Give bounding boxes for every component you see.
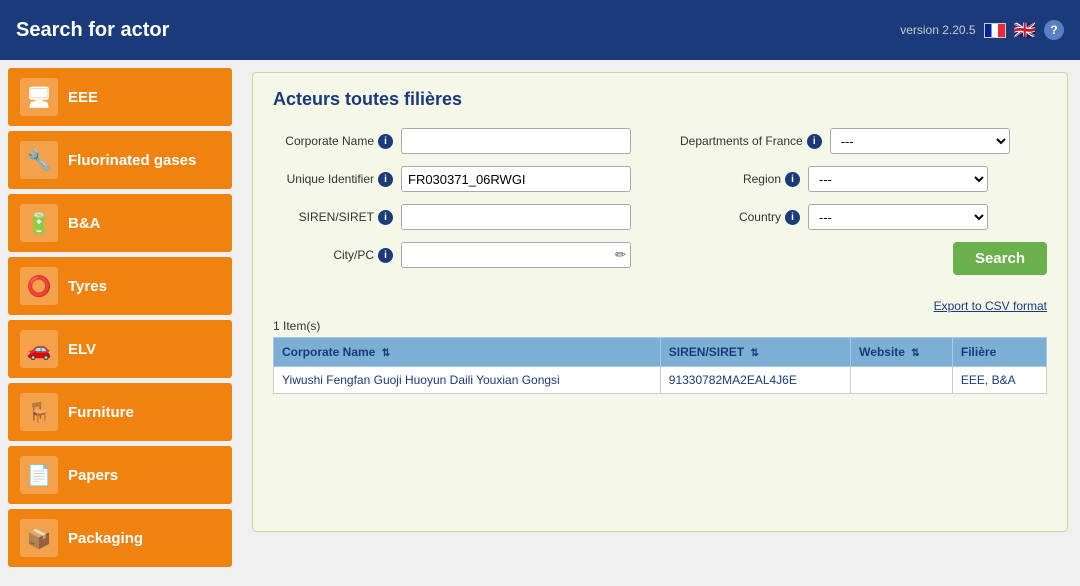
search-btn-row: Search [680, 242, 1047, 275]
fluorinated-icon: 🔧 [20, 141, 58, 179]
departments-select[interactable]: --- [830, 128, 1010, 154]
unique-identifier-label: Unique Identifier i [273, 172, 393, 187]
sidebar-item-label-eee: EEE [68, 89, 98, 106]
papers-icon: 📄 [20, 456, 58, 494]
cell-filiere: EEE, B&A [952, 367, 1046, 394]
sidebar-item-packaging[interactable]: 📦 Packaging [8, 509, 232, 567]
region-info-icon[interactable]: i [785, 172, 800, 187]
version-label: version 2.20.5 [900, 23, 975, 37]
siren-siret-row: SIREN/SIRET i [273, 204, 640, 230]
country-info-icon[interactable]: i [785, 210, 800, 225]
sidebar-item-elv[interactable]: 🚗 ELV [8, 320, 232, 378]
table-row[interactable]: Yiwushi Fengfan Guoji Huoyun Daili Youxi… [274, 367, 1047, 394]
city-pc-row: City/PC i ✏ [273, 242, 640, 268]
furniture-icon: 🪑 [20, 393, 58, 431]
packaging-icon: 📦 [20, 519, 58, 557]
siren-siret-info-icon[interactable]: i [378, 210, 393, 225]
content-area: Acteurs toutes filières Corporate Name i [240, 60, 1080, 586]
ba-icon: 🔋 [20, 204, 58, 242]
departments-label: Departments of France i [680, 134, 822, 149]
city-pc-info-icon[interactable]: i [378, 248, 393, 263]
region-row: Region i --- [680, 166, 1047, 192]
sidebar: 🖥 EEE 🔧 Fluorinated gases 🔋 B&A ⭕ Tyres … [0, 60, 240, 586]
eee-icon: 🖥 [20, 78, 58, 116]
table-body: Yiwushi Fengfan Guoji Huoyun Daili Youxi… [274, 367, 1047, 394]
cell-corporate-name: Yiwushi Fengfan Guoji Huoyun Daili Youxi… [274, 367, 661, 394]
section-title: Acteurs toutes filières [273, 89, 1047, 110]
city-pc-input-wrapper: ✏ [401, 242, 631, 268]
main-layout: 🖥 EEE 🔧 Fluorinated gases 🔋 B&A ⭕ Tyres … [0, 60, 1080, 586]
region-label: Region i [680, 172, 800, 187]
flag-france-icon[interactable] [984, 23, 1006, 38]
country-select[interactable]: --- [808, 204, 988, 230]
sort-icon-name: ⇅ [382, 348, 390, 359]
sidebar-item-label-tyres: Tyres [68, 278, 107, 295]
sidebar-item-label-papers: Papers [68, 467, 118, 484]
sidebar-item-papers[interactable]: 📄 Papers [8, 446, 232, 504]
search-form: Corporate Name i Unique Identifier i [273, 128, 1047, 283]
sidebar-item-furniture[interactable]: 🪑 Furniture [8, 383, 232, 441]
tyres-icon: ⭕ [20, 267, 58, 305]
cell-website [851, 367, 953, 394]
results-table: Corporate Name ⇅ SIREN/SIRET ⇅ Website ⇅… [273, 337, 1047, 394]
corporate-name-info-icon[interactable]: i [378, 134, 393, 149]
item-count: 1 Item(s) [273, 319, 1047, 333]
sidebar-item-label-fluorinated: Fluorinated gases [68, 152, 196, 169]
corporate-name-row: Corporate Name i [273, 128, 640, 154]
cell-siren-siret: 91330782MA2EAL4J6E [660, 367, 850, 394]
export-row: Export to CSV format [273, 299, 1047, 313]
table-header: Corporate Name ⇅ SIREN/SIRET ⇅ Website ⇅… [274, 338, 1047, 367]
region-select[interactable]: --- [808, 166, 988, 192]
content-box: Acteurs toutes filières Corporate Name i [252, 72, 1068, 532]
siren-siret-label: SIREN/SIRET i [273, 210, 393, 225]
sort-icon-website: ⇅ [911, 348, 919, 359]
col-filiere[interactable]: Filière [952, 338, 1046, 367]
header-right: version 2.20.5 🇬🇧 ? [900, 20, 1064, 41]
col-corporate-name[interactable]: Corporate Name ⇅ [274, 338, 661, 367]
corporate-name-input[interactable] [401, 128, 631, 154]
departments-row: Departments of France i --- [680, 128, 1047, 154]
export-link[interactable]: Export to CSV format [934, 299, 1047, 313]
pencil-icon[interactable]: ✏ [615, 247, 626, 263]
sidebar-item-label-packaging: Packaging [68, 530, 143, 547]
form-left-col: Corporate Name i Unique Identifier i [273, 128, 640, 283]
header: Search for actor version 2.20.5 🇬🇧 ? [0, 0, 1080, 60]
country-row: Country i --- [680, 204, 1047, 230]
sidebar-item-eee[interactable]: 🖥 EEE [8, 68, 232, 126]
city-pc-label: City/PC i [273, 248, 393, 263]
sidebar-item-label-elv: ELV [68, 341, 96, 358]
unique-identifier-info-icon[interactable]: i [378, 172, 393, 187]
page-title: Search for actor [16, 19, 169, 42]
siren-siret-input[interactable] [401, 204, 631, 230]
col-website[interactable]: Website ⇅ [851, 338, 953, 367]
elv-icon: 🚗 [20, 330, 58, 368]
unique-identifier-input[interactable] [401, 166, 631, 192]
help-icon[interactable]: ? [1044, 20, 1064, 40]
city-pc-input[interactable] [401, 242, 631, 268]
form-right-col: Departments of France i --- Region i [680, 128, 1047, 283]
sidebar-item-label-ba: B&A [68, 215, 101, 232]
search-button[interactable]: Search [953, 242, 1047, 275]
corporate-name-label: Corporate Name i [273, 134, 393, 149]
country-label: Country i [680, 210, 800, 225]
sidebar-item-ba[interactable]: 🔋 B&A [8, 194, 232, 252]
sidebar-item-label-furniture: Furniture [68, 404, 134, 421]
sidebar-item-fluorinated[interactable]: 🔧 Fluorinated gases [8, 131, 232, 189]
unique-identifier-row: Unique Identifier i [273, 166, 640, 192]
flag-uk-icon[interactable]: 🇬🇧 [1014, 20, 1036, 41]
col-siren-siret[interactable]: SIREN/SIRET ⇅ [660, 338, 850, 367]
sidebar-item-tyres[interactable]: ⭕ Tyres [8, 257, 232, 315]
departments-info-icon[interactable]: i [807, 134, 822, 149]
table-header-row: Corporate Name ⇅ SIREN/SIRET ⇅ Website ⇅… [274, 338, 1047, 367]
sort-icon-siren: ⇅ [750, 348, 758, 359]
